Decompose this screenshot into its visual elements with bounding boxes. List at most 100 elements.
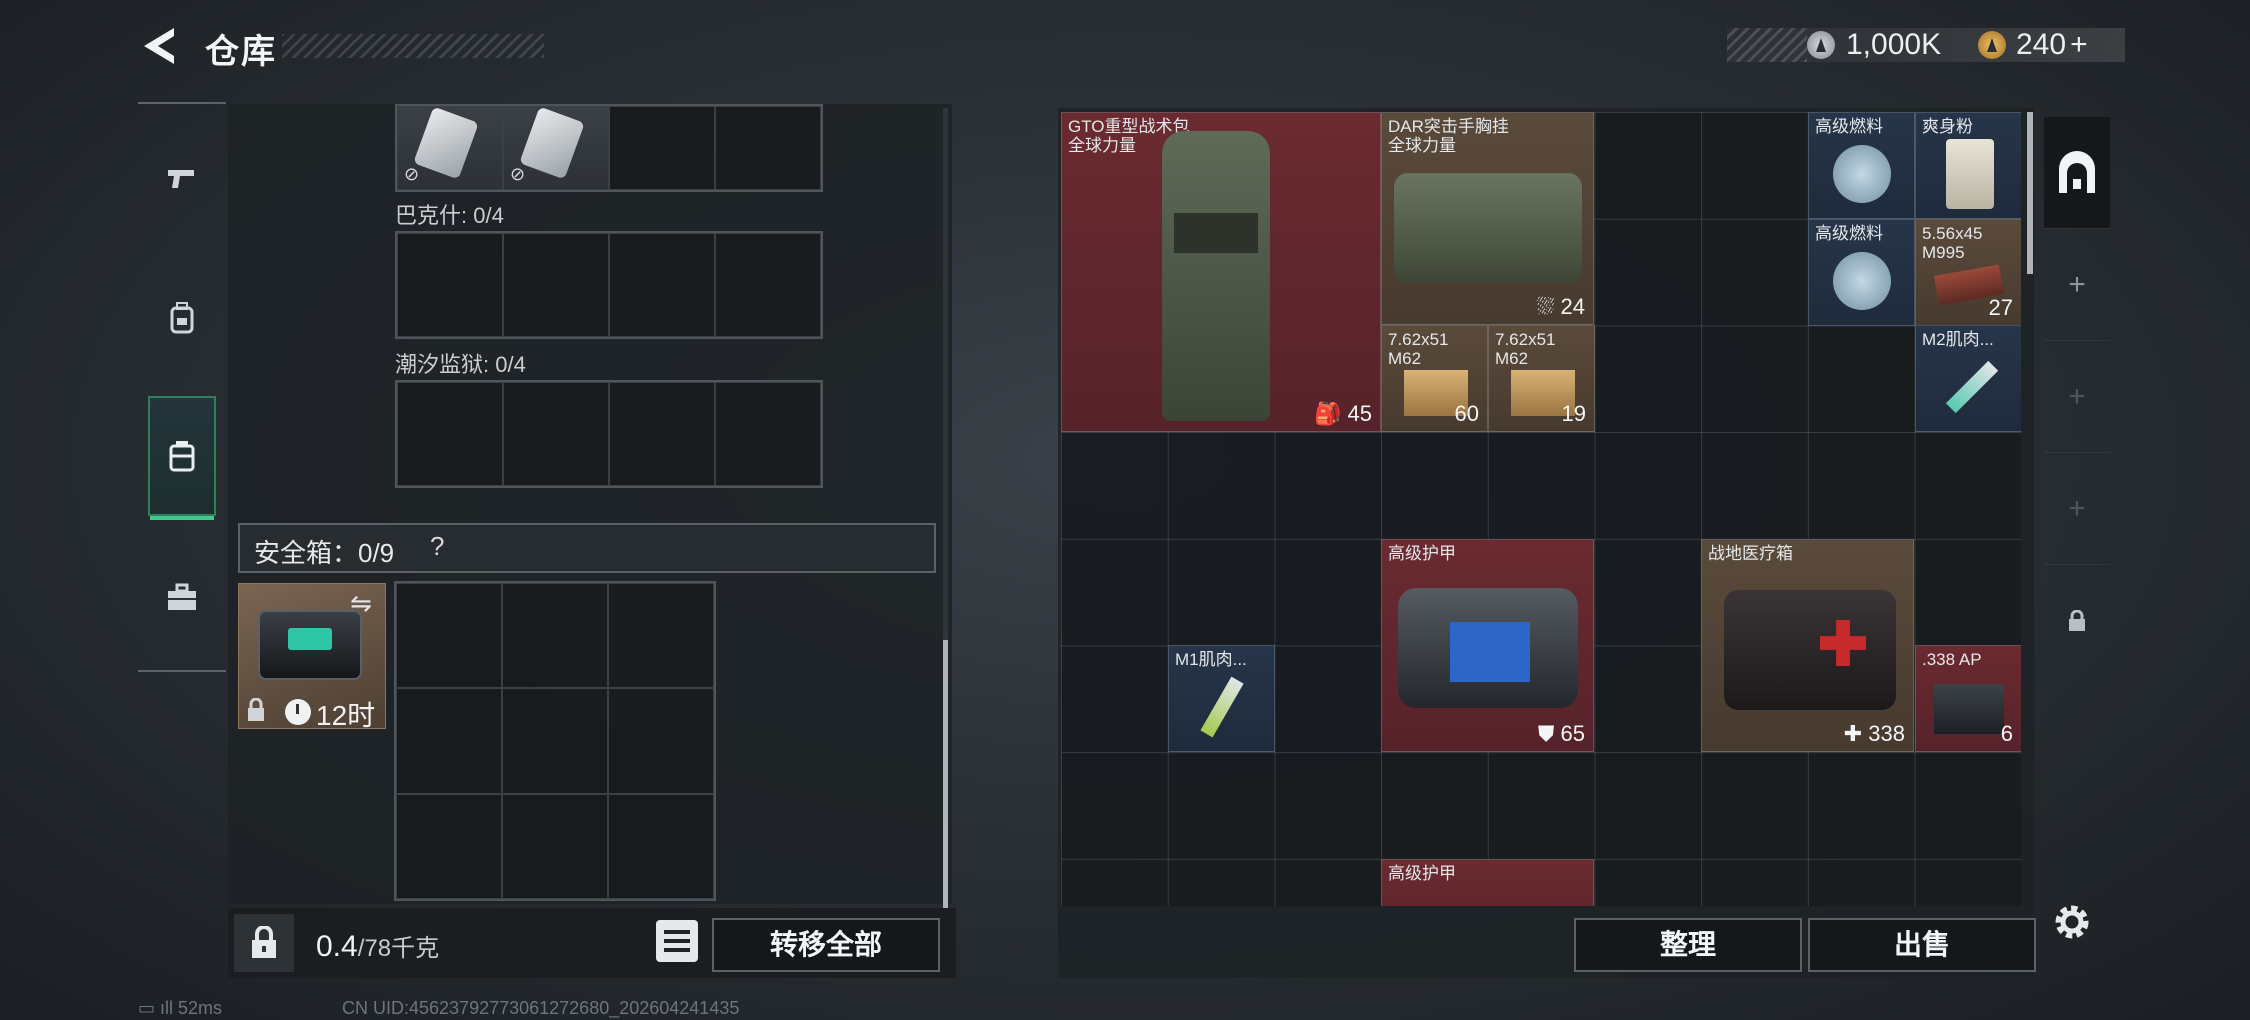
- safe-box-timer: 12时: [316, 700, 376, 731]
- item-ammo-762[interactable]: 7.62x51 M62 19: [1488, 325, 1595, 432]
- status-bar: ▭ ıll 52ms: [138, 998, 223, 1018]
- tab-weapons[interactable]: [148, 128, 216, 228]
- heal-value: 338: [1868, 721, 1905, 746]
- gold-balance[interactable]: 240 +: [2016, 28, 2088, 62]
- pistol-icon: [168, 170, 194, 188]
- swap-icon[interactable]: ⇋: [350, 588, 372, 619]
- grid-slot[interactable]: [396, 793, 502, 899]
- grid-slot[interactable]: [608, 583, 714, 689]
- card-item[interactable]: ⊘: [397, 106, 503, 190]
- item-premium-armor[interactable]: 高级护甲 ⛊ 65: [1381, 539, 1594, 752]
- item-count: 🎒 45: [1314, 401, 1372, 426]
- grid-slot[interactable]: [609, 233, 715, 337]
- item-title: 高级燃料: [1815, 224, 1883, 243]
- grid-slot[interactable]: [397, 382, 503, 486]
- no-entry-icon: ⊘: [404, 164, 420, 184]
- add-gold-button[interactable]: +: [2070, 28, 2088, 61]
- item-count: ⛆ 24: [1536, 294, 1585, 319]
- add-page-button[interactable]: +: [2044, 452, 2110, 564]
- rail-divider: [138, 670, 226, 672]
- tab-gear[interactable]: [148, 268, 216, 368]
- grid-slot[interactable]: [502, 583, 608, 689]
- list-view-button[interactable]: [656, 920, 698, 962]
- item-m1-stim[interactable]: M1肌肉...: [1168, 645, 1275, 752]
- briefcase-icon: [168, 583, 196, 610]
- item-ammo-762[interactable]: 7.62x51 M62 60: [1381, 325, 1488, 432]
- item-premium-armor[interactable]: 高级护甲: [1381, 859, 1594, 906]
- grid-slot[interactable]: [608, 688, 714, 794]
- rail-divider: [138, 102, 226, 104]
- add-page-button[interactable]: +: [2044, 340, 2110, 452]
- ammo-box-image: [1934, 684, 2004, 734]
- weight-lock-button[interactable]: [234, 914, 294, 972]
- no-entry-icon: ⊘: [510, 164, 526, 184]
- grid-slot[interactable]: [715, 233, 821, 337]
- item-title: 高级燃料: [1815, 117, 1883, 136]
- transfer-all-button[interactable]: 转移全部: [712, 918, 940, 972]
- safe-box-accent: [288, 628, 332, 650]
- pouch-grid: ⊘ ⊘: [395, 104, 823, 192]
- help-button[interactable]: ?: [430, 531, 444, 562]
- grid-slot[interactable]: [609, 106, 715, 190]
- grid-slot[interactable]: [502, 793, 608, 899]
- injector-image: [1200, 676, 1244, 738]
- gear-icon[interactable]: [2050, 900, 2094, 944]
- item-brand: 全球力量: [1068, 136, 1136, 155]
- card-item[interactable]: ⊘: [503, 106, 609, 190]
- grid-slot[interactable]: [397, 233, 503, 337]
- bakeshi-grid: [395, 231, 823, 339]
- item-title: 7.62x51 M62: [1388, 330, 1449, 368]
- plus-icon: +: [2068, 267, 2086, 301]
- warehouse-page-1[interactable]: [2044, 116, 2110, 228]
- item-title: DAR突击手胸挂: [1388, 117, 1509, 136]
- item-chest-rig[interactable]: DAR突击手胸挂 全球力量 ⛆ 24: [1381, 112, 1594, 325]
- sell-button[interactable]: 出售: [1808, 918, 2036, 972]
- sort-button[interactable]: 整理: [1574, 918, 1802, 972]
- bakeshi-label: 巴克什: 0/4: [395, 203, 504, 228]
- item-count: 60: [1454, 401, 1479, 426]
- item-tactical-backpack[interactable]: GTO重型战术包 全球力量 🎒 45: [1061, 112, 1381, 432]
- back-arrow-icon[interactable]: [138, 26, 178, 66]
- lock-icon: [252, 926, 276, 958]
- weight-display: 0.4/78千克: [316, 928, 439, 964]
- grid-slot[interactable]: [502, 688, 608, 794]
- add-page-button[interactable]: +: [2044, 228, 2110, 340]
- item-name: DAR突击手胸挂 全球力量: [1388, 117, 1509, 155]
- item-title: 7.62x51 M62: [1495, 330, 1556, 368]
- backpack-image: [1162, 131, 1270, 421]
- grid-slot[interactable]: [609, 382, 715, 486]
- grid-slot[interactable]: [396, 583, 502, 689]
- grid-slot[interactable]: [503, 382, 609, 486]
- item-ammo-338[interactable]: .338 AP 6: [1915, 645, 2021, 752]
- item-title: M1肌肉...: [1175, 650, 1247, 669]
- gold-coin-icon: [1978, 31, 2006, 59]
- uid-text: CN UID:45623792773061272680_202604241435: [342, 998, 740, 1018]
- plus-icon: +: [2068, 379, 2086, 413]
- list-icon: [664, 930, 690, 934]
- item-m2-stim[interactable]: M2肌肉...: [1915, 325, 2021, 432]
- chest-rig-image: [1394, 173, 1582, 283]
- grid-slot[interactable]: [715, 382, 821, 486]
- item-ammo-556[interactable]: 5.56x45 M995 27: [1915, 219, 2021, 326]
- item-title: .338 AP: [1922, 650, 1982, 669]
- ping-value: 52ms: [178, 998, 223, 1018]
- item-premium-fuel[interactable]: 高级燃料: [1808, 219, 1915, 326]
- tab-containers[interactable]: [148, 396, 216, 520]
- item-title: GTO重型战术包: [1068, 117, 1190, 136]
- grid-slot[interactable]: [396, 688, 502, 794]
- item-premium-fuel[interactable]: 高级燃料: [1808, 112, 1915, 219]
- grid-slot[interactable]: [608, 793, 714, 899]
- scrollbar-thumb[interactable]: [2027, 112, 2033, 274]
- tab-toolbox[interactable]: [148, 548, 216, 648]
- item-field-medkit[interactable]: 战地医疗箱 ✚ 338: [1701, 539, 1914, 752]
- scrollbar-thumb[interactable]: [943, 640, 948, 908]
- grid-slot[interactable]: [503, 233, 609, 337]
- item-count: ⛊ 65: [1537, 721, 1585, 746]
- item-count: ✚ 338: [1843, 721, 1905, 746]
- item-count: 19: [1561, 401, 1586, 426]
- item-talcum-powder[interactable]: 爽身粉: [1915, 112, 2021, 219]
- item-brand: 全球力量: [1388, 136, 1456, 155]
- item-title: 高级护甲: [1388, 544, 1456, 563]
- grid-slot[interactable]: [715, 106, 821, 190]
- locked-page[interactable]: [2044, 564, 2110, 676]
